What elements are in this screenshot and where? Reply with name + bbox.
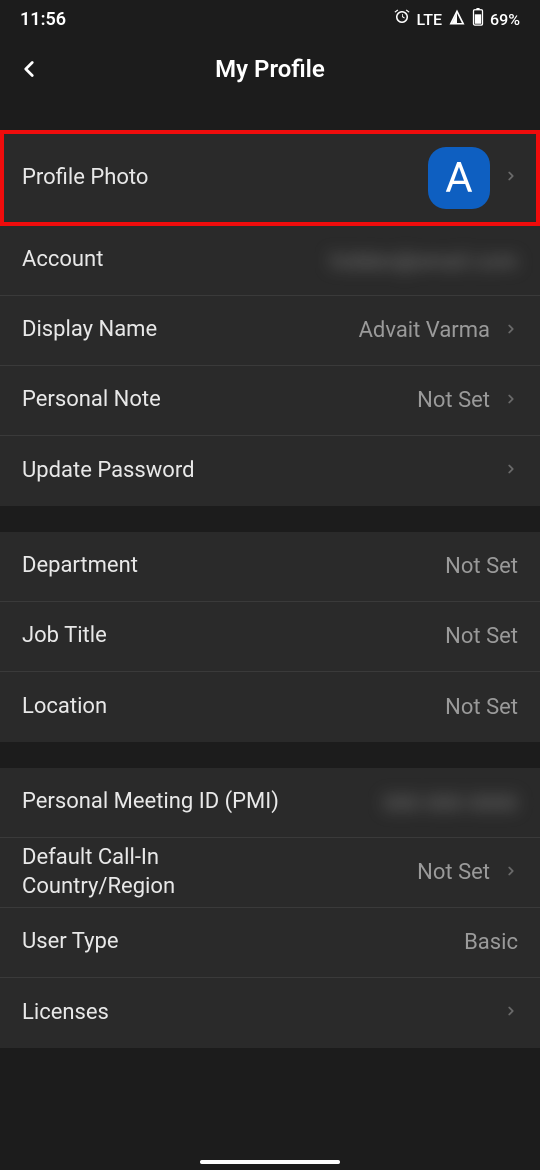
row-label: User Type — [22, 928, 119, 957]
row-location[interactable]: Location Not Set — [0, 672, 540, 742]
battery-icon — [472, 8, 484, 30]
row-value: Not Set — [417, 860, 490, 885]
page-title: My Profile — [215, 55, 325, 83]
battery-percent: 69% — [490, 10, 520, 29]
row-licenses[interactable]: Licenses — [0, 978, 540, 1048]
section-work: Department Not Set Job Title Not Set Loc… — [0, 532, 540, 742]
row-label: Personal Meeting ID (PMI) — [22, 788, 279, 817]
row-value-hidden: hidden@email.com — [331, 249, 518, 273]
chevron-left-icon — [16, 56, 42, 82]
row-label: Default Call-In Country/Region — [22, 844, 282, 901]
row-value: Not Set — [417, 388, 490, 413]
avatar: A — [428, 147, 490, 209]
avatar-letter: A — [445, 154, 472, 203]
chevron-right-icon — [504, 389, 518, 413]
row-value: Basic — [464, 930, 518, 955]
back-button[interactable] — [16, 56, 42, 82]
section-meeting: Personal Meeting ID (PMI) 000 000 0000 D… — [0, 768, 540, 1048]
row-label: Display Name — [22, 316, 157, 345]
row-label: Profile Photo — [22, 164, 148, 193]
row-value: Not Set — [445, 554, 518, 579]
row-label: Account — [22, 246, 103, 275]
row-account[interactable]: Account hidden@email.com — [0, 226, 540, 296]
chevron-right-icon — [504, 459, 518, 483]
row-label: Update Password — [22, 457, 195, 486]
chevron-right-icon — [504, 319, 518, 343]
row-value: Not Set — [445, 624, 518, 649]
status-indicators: LTE 69% — [393, 8, 520, 30]
row-label: Department — [22, 552, 138, 581]
chevron-right-icon — [504, 861, 518, 885]
row-label: Licenses — [22, 999, 109, 1028]
signal-icon — [448, 8, 466, 30]
row-department[interactable]: Department Not Set — [0, 532, 540, 602]
row-personal-note[interactable]: Personal Note Not Set — [0, 366, 540, 436]
row-user-type[interactable]: User Type Basic — [0, 908, 540, 978]
section-profile: Profile Photo A Account hidden@email.com… — [0, 130, 540, 506]
row-callin[interactable]: Default Call-In Country/Region Not Set — [0, 838, 540, 908]
nav-indicator — [200, 1160, 340, 1164]
row-profile-photo[interactable]: Profile Photo A — [0, 130, 540, 226]
row-update-password[interactable]: Update Password — [0, 436, 540, 506]
row-value: Advait Varma — [359, 318, 490, 343]
alarm-icon — [393, 8, 411, 30]
row-value-hidden: 000 000 0000 — [384, 791, 518, 815]
content: Profile Photo A Account hidden@email.com… — [0, 130, 540, 1048]
status-bar: 11:56 LTE 69% — [0, 0, 540, 38]
status-time: 11:56 — [20, 9, 66, 30]
network-label: LTE — [417, 10, 442, 29]
header: My Profile — [0, 38, 540, 100]
row-display-name[interactable]: Display Name Advait Varma — [0, 296, 540, 366]
row-value: Not Set — [445, 695, 518, 720]
row-label: Job Title — [22, 622, 107, 651]
row-job-title[interactable]: Job Title Not Set — [0, 602, 540, 672]
chevron-right-icon — [504, 166, 518, 190]
chevron-right-icon — [504, 1001, 518, 1025]
row-label: Personal Note — [22, 386, 161, 415]
row-label: Location — [22, 693, 107, 722]
row-pmi[interactable]: Personal Meeting ID (PMI) 000 000 0000 — [0, 768, 540, 838]
